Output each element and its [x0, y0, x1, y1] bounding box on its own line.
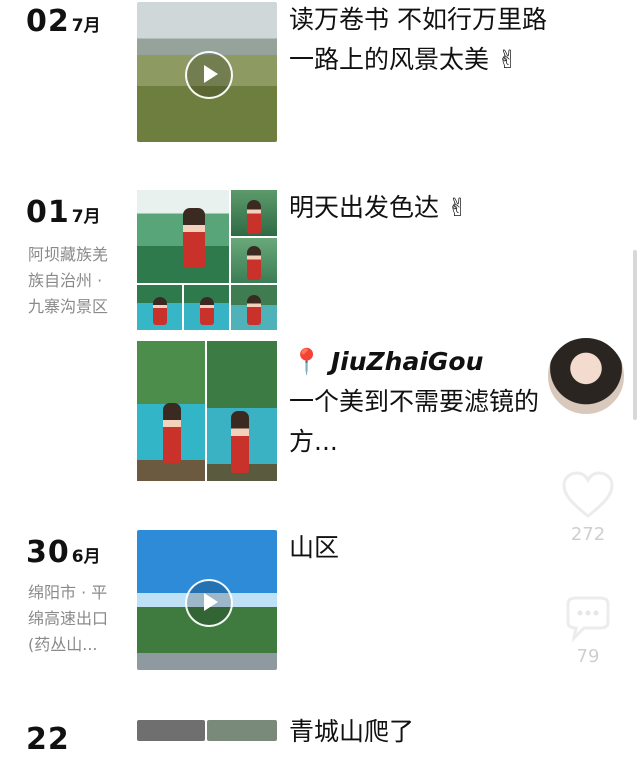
location-tag[interactable]: 📍 JiuZhaiGou [291, 342, 483, 382]
post-date: 22 [26, 722, 70, 757]
post-date: 30 6月 [26, 535, 101, 570]
photo[interactable] [231, 190, 277, 236]
victory-hand-emoji: ✌ [439, 193, 468, 222]
photo[interactable] [207, 720, 277, 741]
date-month: 6月 [71, 547, 101, 567]
photo[interactable] [184, 285, 229, 330]
heart-icon[interactable] [560, 470, 616, 520]
scrollbar[interactable] [633, 250, 637, 420]
date-month: 7月 [71, 16, 101, 36]
avatar[interactable] [546, 336, 626, 416]
photo[interactable] [137, 720, 205, 741]
post-location: 阿坝藏族羌 族自治州 · 九寨沟景区 [28, 242, 136, 320]
location-tag-text[interactable]: JiuZhaiGou [331, 347, 484, 376]
photo[interactable] [137, 190, 229, 283]
post-text-line: 一个美到不需要滤镜的 [289, 387, 540, 416]
location-line: 绵阳市 · 平 [28, 583, 108, 602]
post-text-line: 方... [289, 427, 338, 456]
comment-icon[interactable] [560, 594, 616, 644]
post-text: 山区 [289, 533, 340, 562]
photo-grid[interactable] [137, 190, 277, 330]
photo[interactable] [137, 285, 182, 330]
post-text: 读万卷书 不如行万里路 一路上的风景太美 ✌ [289, 0, 547, 80]
post-date: 02 7月 [26, 4, 101, 39]
photo[interactable] [137, 341, 205, 481]
video-thumbnail[interactable] [137, 530, 277, 670]
post-text-line: 明天出发色达 [289, 193, 440, 222]
location-line: 绵高速出口 [28, 609, 109, 628]
victory-hand-emoji: ✌ [489, 45, 518, 74]
post-text-line: 一路上的风景太美 [289, 45, 490, 74]
post-text-line: 读万卷书 不如行万里路 [289, 5, 547, 34]
post-date: 01 7月 [26, 195, 101, 230]
location-pin-icon: 📍 [291, 347, 323, 376]
post-text: 明天出发色达 ✌ [289, 188, 468, 228]
photo-pair[interactable] [137, 341, 277, 481]
video-thumbnail[interactable] [137, 2, 277, 142]
post-text: 一个美到不需要滤镜的 方... [289, 382, 539, 462]
play-icon[interactable] [185, 51, 233, 99]
location-line: 九寨沟景区 [28, 297, 109, 316]
date-day: 22 [26, 722, 70, 757]
photo[interactable] [231, 285, 277, 330]
date-day: 30 [26, 535, 70, 570]
like-count: 272 [570, 524, 606, 545]
date-day: 01 [26, 195, 70, 230]
date-day: 02 [26, 4, 70, 39]
date-month: 7月 [71, 207, 101, 227]
location-line: (药丛山... [28, 635, 98, 654]
comment-count: 79 [576, 646, 600, 667]
location-line: 阿坝藏族羌 [28, 245, 109, 264]
play-icon[interactable] [185, 579, 233, 627]
photo[interactable] [231, 238, 277, 283]
post-location: 绵阳市 · 平 绵高速出口 (药丛山... [28, 580, 136, 658]
post-text: 青城山爬了 [289, 717, 415, 746]
photo[interactable] [207, 341, 277, 481]
location-line: 族自治州 · [28, 271, 103, 290]
